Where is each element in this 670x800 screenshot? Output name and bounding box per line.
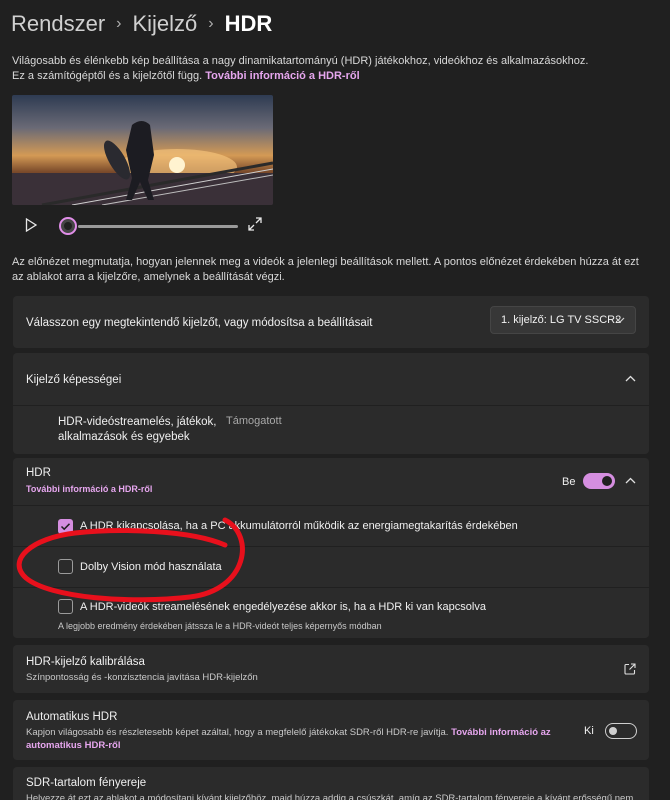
hdr-label: HDR: [26, 467, 51, 479]
hdr-toggle[interactable]: [583, 473, 615, 489]
video-preview: [12, 95, 273, 205]
calibration-sublabel: Színpontosság és -konzisztencia javítása…: [26, 672, 258, 683]
breadcrumb-display[interactable]: Kijelző: [132, 9, 197, 39]
hdr-option-streaming: A HDR-videók streamelésének engedélyezés…: [13, 588, 649, 638]
video-progress-track[interactable]: [78, 225, 238, 228]
streaming-checkbox[interactable]: [58, 599, 73, 614]
dolby-vision-checkbox[interactable]: [58, 559, 73, 574]
auto-hdr-sublabel: Kapjon világosabb és részletesebb képet …: [26, 726, 566, 752]
hdr-option-dolby: Dolby Vision mód használata: [13, 547, 649, 587]
sdr-brightness-card: SDR-tartalom fényereje Helyezze át ezt a…: [13, 767, 649, 800]
video-controls: [12, 214, 273, 238]
external-link-icon[interactable]: [624, 663, 636, 675]
capabilities-row: HDR-videóstreamelés, játékok, alkalmazás…: [13, 406, 649, 454]
hdr-setting: HDR További információ a HDR-ről Be: [13, 458, 649, 505]
breadcrumb-system[interactable]: Rendszer: [11, 9, 105, 39]
sdr-brightness-sublabel: Helyezze át ezt az ablakot a módosítani …: [26, 793, 634, 800]
capabilities-row-value: Támogatott: [226, 415, 282, 427]
intro-text: Világosabb és élénkebb kép beállítása a …: [12, 54, 602, 84]
auto-hdr-description: Kapjon világosabb és részletesebb képet …: [26, 727, 449, 738]
hdr-state: Be: [562, 476, 576, 488]
display-select-label: Válasszon egy megtekintendő kijelzőt, va…: [26, 317, 373, 329]
capabilities-title: Kijelző képességei: [26, 374, 122, 386]
battery-option-label: A HDR kikapcsolása, ha a PC akkumulátorr…: [80, 520, 518, 532]
auto-hdr-state: Ki: [584, 725, 594, 737]
hdr-option-battery: A HDR kikapcsolása, ha a PC akkumulátorr…: [13, 506, 649, 546]
capabilities-row-label: HDR-videóstreamelés, játékok, alkalmazás…: [58, 416, 217, 443]
sdr-brightness-label: SDR-tartalom fényereje: [26, 777, 147, 789]
breadcrumb: Rendszer › Kijelző › HDR: [11, 9, 272, 39]
dolby-vision-label: Dolby Vision mód használata: [80, 561, 222, 573]
play-icon[interactable]: [25, 218, 37, 232]
auto-hdr-toggle[interactable]: [605, 723, 637, 739]
chevron-right-icon: ›: [116, 15, 122, 32]
capabilities-header[interactable]: Kijelző képességei: [13, 353, 649, 405]
display-dropdown[interactable]: 1. kijelző: LG TV SSCR2: [490, 306, 636, 334]
battery-checkbox[interactable]: [58, 519, 73, 534]
chevron-right-icon: ›: [208, 15, 214, 32]
fullscreen-icon[interactable]: [248, 217, 262, 231]
calibration-label: HDR-kijelző kalibrálása: [26, 656, 145, 668]
hdr-info-link-2[interactable]: További információ a HDR-ről: [26, 484, 152, 494]
auto-hdr-label: Automatikus HDR: [26, 711, 118, 723]
chevron-up-icon[interactable]: [625, 477, 636, 485]
streaming-option-label: A HDR-videók streamelésének engedélyezés…: [80, 601, 486, 613]
display-select-card: Válasszon egy megtekintendő kijelzőt, va…: [13, 296, 649, 348]
preview-description: Az előnézet megmutatja, hogyan jelennek …: [12, 256, 639, 283]
chevron-up-icon[interactable]: [625, 375, 636, 383]
display-dropdown-value: 1. kijelző: LG TV SSCR2: [501, 314, 622, 326]
checkmark-icon: [60, 523, 71, 531]
auto-hdr-card: Automatikus HDR Kapjon világosabb és rés…: [13, 700, 649, 760]
video-progress-thumb[interactable]: [59, 217, 77, 235]
streaming-note: A legjobb eredmény érdekében játssza le …: [58, 621, 382, 631]
chevron-down-icon: [615, 317, 625, 323]
calibration-card[interactable]: HDR-kijelző kalibrálása Színpontosság és…: [13, 645, 649, 693]
hdr-info-link[interactable]: További információ a HDR-ről: [205, 70, 359, 82]
page-title: HDR: [224, 11, 273, 36]
